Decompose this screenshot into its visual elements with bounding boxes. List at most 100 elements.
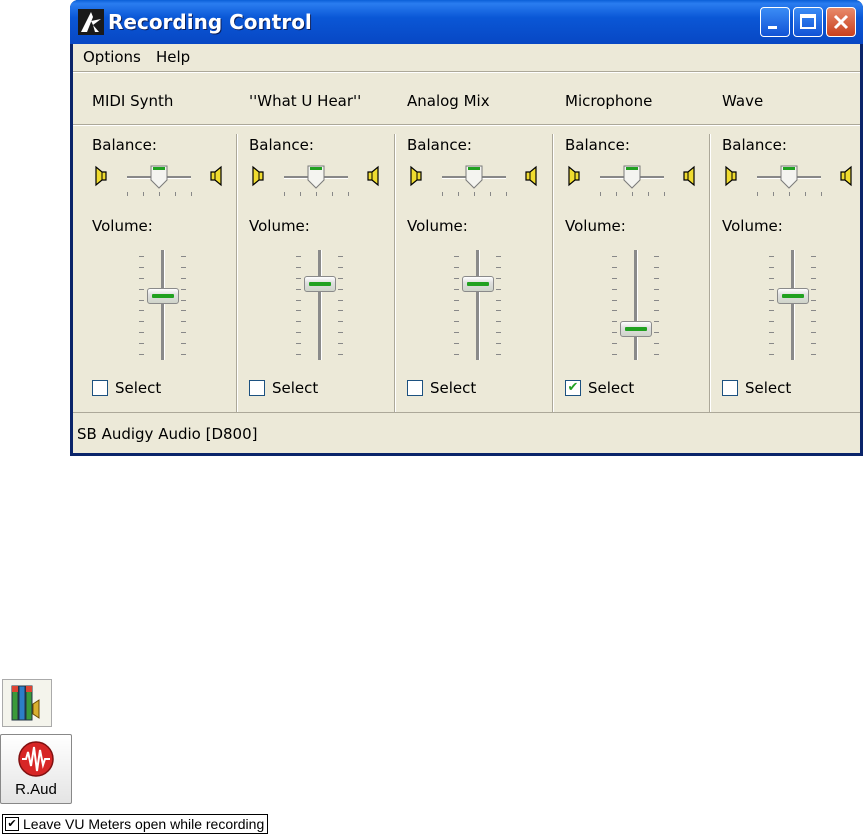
vu-meters-option[interactable]: ✔ Leave VU Meters open while recording [2, 814, 269, 834]
vu-meters-checkbox[interactable]: ✔ [5, 817, 19, 831]
select-checkbox[interactable] [249, 380, 265, 396]
volume-tick [612, 332, 617, 334]
volume-tick [338, 256, 343, 257]
volume-tick [338, 266, 343, 268]
balance-tick [648, 192, 649, 196]
volume-tick [769, 310, 774, 312]
record-audio-button[interactable]: R.Aud [0, 734, 72, 804]
volume-tick [181, 310, 186, 312]
select-checkbox[interactable]: ✔ [565, 380, 581, 396]
window-body: Options Help MIDI Synth Balance: Volume: Se… [73, 44, 860, 453]
close-button[interactable] [826, 7, 856, 37]
channel-name: Wave [722, 92, 764, 110]
balance-label: Balance: [92, 136, 157, 154]
balance-slider-thumb[interactable] [307, 165, 325, 189]
volume-track[interactable] [161, 250, 165, 360]
volume-tick [612, 321, 617, 323]
balance-tick [191, 192, 192, 196]
volume-tick [496, 266, 501, 268]
volume-tick [769, 256, 774, 257]
volume-tick [454, 288, 459, 290]
left-speaker-icon [407, 165, 423, 187]
volume-track[interactable] [318, 250, 322, 360]
select-label[interactable]: Select [272, 379, 318, 397]
balance-tick [757, 192, 758, 196]
right-speaker-icon [524, 165, 540, 187]
volume-tick [296, 266, 301, 268]
balance-tick [175, 192, 176, 196]
channel-strip: Balance: Volume: Select [703, 132, 860, 412]
select-checkbox[interactable] [722, 380, 738, 396]
volume-tick [496, 321, 501, 323]
menu-help[interactable]: Help [156, 48, 190, 66]
select-label[interactable]: Select [588, 379, 634, 397]
volume-tick [496, 256, 501, 257]
volume-tick [139, 277, 144, 279]
balance-tick [332, 192, 333, 196]
select-label[interactable]: Select [745, 379, 791, 397]
select-label[interactable]: Select [115, 379, 161, 397]
volume-tick [181, 332, 186, 334]
balance-slider-thumb[interactable] [623, 165, 641, 189]
balance-tick [316, 192, 317, 196]
balance-tick [300, 192, 301, 196]
vu-meters-option-label: Leave VU Meters open while recording [23, 816, 265, 832]
volume-tick [454, 310, 459, 312]
volume-tick [181, 266, 186, 268]
volume-tick [139, 343, 144, 345]
volume-tick [338, 354, 343, 355]
volume-tick [654, 288, 659, 290]
volume-tick [296, 256, 301, 257]
left-speaker-icon [722, 165, 738, 187]
volume-tick [338, 277, 343, 279]
volume-label: Volume: [565, 217, 626, 235]
balance-label: Balance: [407, 136, 472, 154]
balance-slider-thumb[interactable] [150, 165, 168, 189]
balance-tick [284, 192, 285, 196]
volume-tick [811, 321, 816, 323]
volume-label: Volume: [722, 217, 783, 235]
volume-slider-thumb[interactable] [147, 287, 179, 304]
title-bar[interactable]: Recording Control [70, 0, 863, 44]
volume-slider-thumb[interactable] [777, 287, 809, 304]
volume-tick [811, 343, 816, 345]
volume-track[interactable] [634, 250, 638, 360]
volume-tick [139, 288, 144, 290]
volume-slider-thumb[interactable] [620, 320, 652, 337]
volume-track[interactable] [791, 250, 795, 360]
volume-tick [139, 332, 144, 334]
minimize-button[interactable] [760, 7, 790, 37]
volume-tick [769, 288, 774, 290]
right-speaker-icon [209, 165, 225, 187]
menu-options[interactable]: Options [83, 48, 141, 66]
balance-slider-thumb[interactable] [465, 165, 483, 189]
record-audio-label: R.Aud [15, 781, 57, 798]
balance-label: Balance: [722, 136, 787, 154]
select-checkbox[interactable] [407, 380, 423, 396]
volume-tick [654, 343, 659, 345]
volume-tick [496, 288, 501, 290]
volume-slider-thumb[interactable] [304, 276, 336, 293]
vu-meters-button[interactable] [2, 679, 52, 727]
balance-tick [127, 192, 128, 196]
volume-track[interactable] [476, 250, 480, 360]
app-logo-icon [78, 9, 104, 35]
maximize-button[interactable] [793, 7, 823, 37]
volume-tick [296, 343, 301, 345]
menu-divider [73, 71, 860, 73]
volume-tick [612, 288, 617, 290]
balance-tick [632, 192, 633, 196]
volume-tick [612, 256, 617, 257]
volume-tick [181, 343, 186, 345]
select-checkbox[interactable] [92, 380, 108, 396]
maximize-icon [800, 14, 816, 29]
volume-tick [769, 343, 774, 345]
volume-slider-thumb[interactable] [462, 276, 494, 293]
channel-strip: Balance: Volume: Select [230, 132, 387, 412]
volume-tick [654, 299, 659, 301]
select-label[interactable]: Select [430, 379, 476, 397]
volume-label: Volume: [92, 217, 153, 235]
volume-tick [612, 299, 617, 301]
volume-tick [612, 343, 617, 345]
balance-slider-thumb[interactable] [780, 165, 798, 189]
